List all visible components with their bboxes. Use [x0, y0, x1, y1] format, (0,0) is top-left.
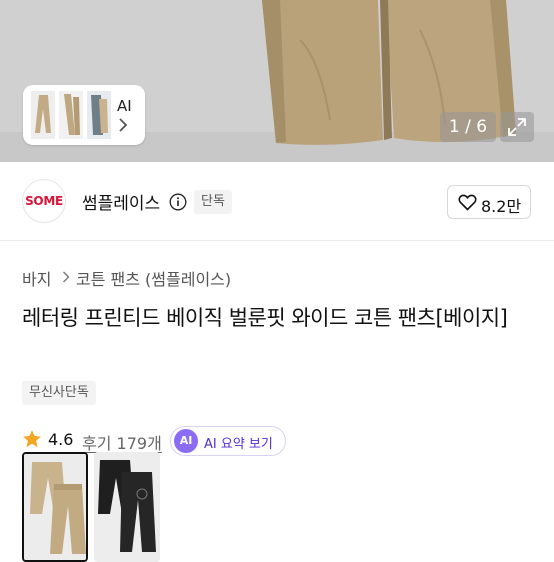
color-variant-black[interactable]: [94, 452, 160, 562]
breadcrumb-subcategory[interactable]: 코튼 팬츠 (썸플레이스): [76, 266, 231, 290]
black-pants-thumbnail: [94, 452, 160, 562]
expand-icon: [508, 118, 526, 136]
info-icon[interactable]: [169, 193, 187, 211]
brand-name[interactable]: 썸플레이스: [82, 189, 160, 214]
chevron-right-icon: [119, 118, 128, 132]
image-counter: 1 / 6: [440, 112, 496, 142]
beige-pants-thumbnail: [24, 454, 86, 560]
product-image-gallery[interactable]: AI 1 / 6: [0, 0, 554, 162]
ai-summary-button[interactable]: AI AI 요약 보기: [170, 426, 286, 456]
ai-icon: AI: [174, 429, 198, 453]
ai-thumbnail-label: AI: [117, 97, 132, 115]
fullscreen-button[interactable]: [500, 112, 534, 142]
product-title: 레터링 프린티드 베이직 벌룬핏 와이드 코튼 팬츠[베이지]: [22, 306, 508, 330]
exclusive-badge: 단독: [194, 190, 232, 214]
ai-styling-thumbnail[interactable]: AI: [23, 85, 145, 145]
like-count: 8.2만: [481, 197, 522, 216]
thumbnail-images: [31, 91, 111, 139]
brand-logo[interactable]: SOME: [22, 179, 66, 223]
star-icon: [23, 430, 41, 448]
chevron-right-icon: [63, 271, 70, 283]
musinsa-exclusive-tag: 무신사단독: [22, 381, 96, 405]
rating-score: 4.6: [48, 430, 74, 449]
section-divider: [0, 240, 554, 241]
ai-summary-label: AI 요약 보기: [204, 437, 273, 452]
color-variant-beige[interactable]: [22, 452, 88, 562]
like-button[interactable]: 8.2만: [447, 185, 531, 219]
breadcrumb-category[interactable]: 바지: [22, 266, 51, 290]
heart-icon: [458, 194, 477, 211]
reviews-link[interactable]: 후기 179개: [82, 430, 162, 454]
